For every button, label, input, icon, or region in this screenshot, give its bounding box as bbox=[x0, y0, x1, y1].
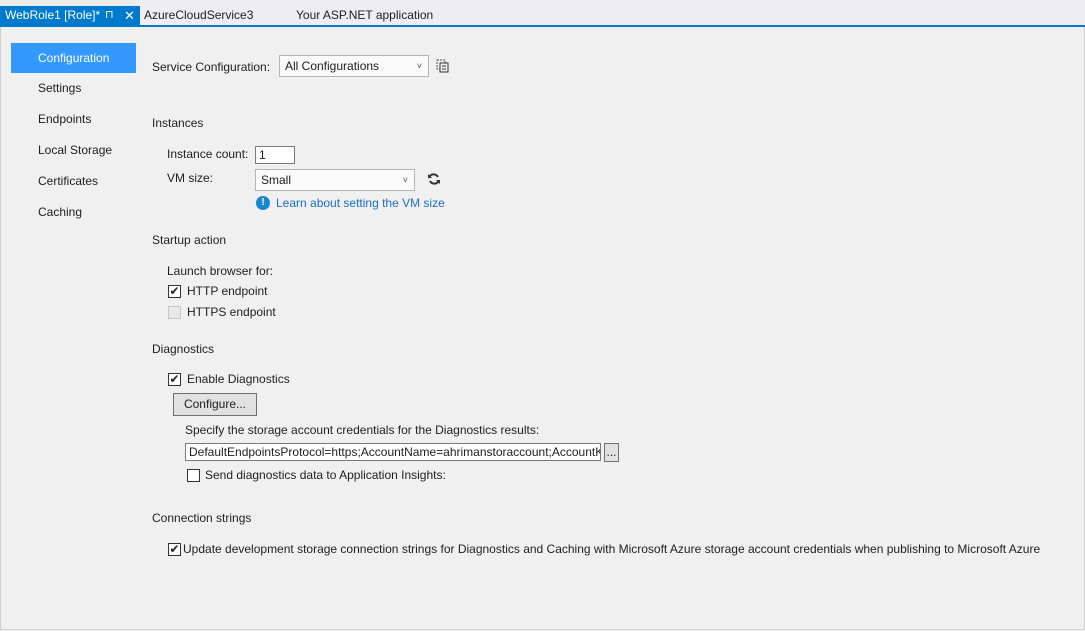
nav-item-local-storage[interactable]: Local Storage bbox=[11, 135, 136, 165]
tab-webrole1[interactable]: WebRole1 [Role]* ⊓ ✕ bbox=[0, 6, 140, 25]
info-icon: ! bbox=[256, 196, 270, 210]
service-configuration-label: Service Configuration: bbox=[152, 60, 271, 74]
diagnostics-heading: Diagnostics bbox=[152, 342, 215, 356]
storage-credentials-label: Specify the storage account credentials … bbox=[185, 423, 540, 437]
http-endpoint-label[interactable]: HTTP endpoint bbox=[187, 283, 268, 299]
pin-icon[interactable]: ⊓ bbox=[105, 6, 114, 25]
tab-webrole1-label: WebRole1 [Role]* bbox=[5, 8, 101, 22]
configure-button[interactable]: Configure... bbox=[173, 393, 257, 416]
learn-vm-size-link[interactable]: Learn about setting the VM size bbox=[276, 195, 445, 211]
https-endpoint-checkbox[interactable] bbox=[168, 306, 181, 319]
nav-item-endpoints[interactable]: Endpoints bbox=[11, 104, 136, 134]
instance-count-input[interactable]: 1 bbox=[255, 146, 295, 164]
nav-item-settings[interactable]: Settings bbox=[11, 73, 136, 103]
chevron-down-icon: ˅ bbox=[416, 61, 422, 71]
https-endpoint-label[interactable]: HTTPS endpoint bbox=[187, 304, 276, 320]
startup-action-heading: Startup action bbox=[152, 233, 227, 247]
nav-item-certificates[interactable]: Certificates bbox=[11, 166, 136, 196]
app-insights-checkbox[interactable] bbox=[187, 469, 200, 482]
storage-connection-input[interactable]: DefaultEndpointsProtocol=https;AccountNa… bbox=[185, 443, 601, 461]
document-tab-strip: WebRole1 [Role]* ⊓ ✕ AzureCloudService3 … bbox=[0, 0, 1085, 27]
app-insights-label[interactable]: Send diagnostics data to Application Ins… bbox=[205, 467, 446, 483]
tab-aspnet-application[interactable]: Your ASP.NET application bbox=[296, 6, 433, 25]
tab-azurecloudservice3[interactable]: AzureCloudService3 bbox=[144, 6, 253, 25]
update-connection-strings-label[interactable]: Update development storage connection st… bbox=[183, 541, 1040, 557]
instance-count-label: Instance count: bbox=[167, 147, 249, 161]
connection-strings-heading: Connection strings bbox=[152, 511, 252, 525]
vm-size-select[interactable]: Small ˅ bbox=[255, 169, 415, 191]
http-endpoint-checkbox[interactable]: ✔ bbox=[168, 285, 181, 298]
enable-diagnostics-label[interactable]: Enable Diagnostics bbox=[187, 371, 290, 387]
service-configuration-value: All Configurations bbox=[285, 59, 380, 73]
manage-configurations-icon[interactable] bbox=[436, 59, 450, 73]
refresh-icon[interactable] bbox=[427, 172, 441, 186]
instances-heading: Instances bbox=[152, 116, 204, 130]
browse-storage-button[interactable]: ... bbox=[604, 443, 619, 462]
nav-item-configuration[interactable]: Configuration bbox=[11, 43, 136, 73]
vm-size-value: Small bbox=[261, 173, 292, 187]
vm-size-label: VM size: bbox=[167, 171, 214, 185]
close-icon[interactable]: ✕ bbox=[124, 6, 135, 25]
chevron-down-icon: ˅ bbox=[402, 175, 408, 185]
nav-item-caching[interactable]: Caching bbox=[11, 197, 136, 227]
enable-diagnostics-checkbox[interactable]: ✔ bbox=[168, 373, 181, 386]
launch-browser-label: Launch browser for: bbox=[167, 264, 274, 278]
service-configuration-select[interactable]: All Configurations ˅ bbox=[279, 55, 429, 77]
update-connection-strings-checkbox[interactable]: ✔ bbox=[168, 543, 181, 556]
